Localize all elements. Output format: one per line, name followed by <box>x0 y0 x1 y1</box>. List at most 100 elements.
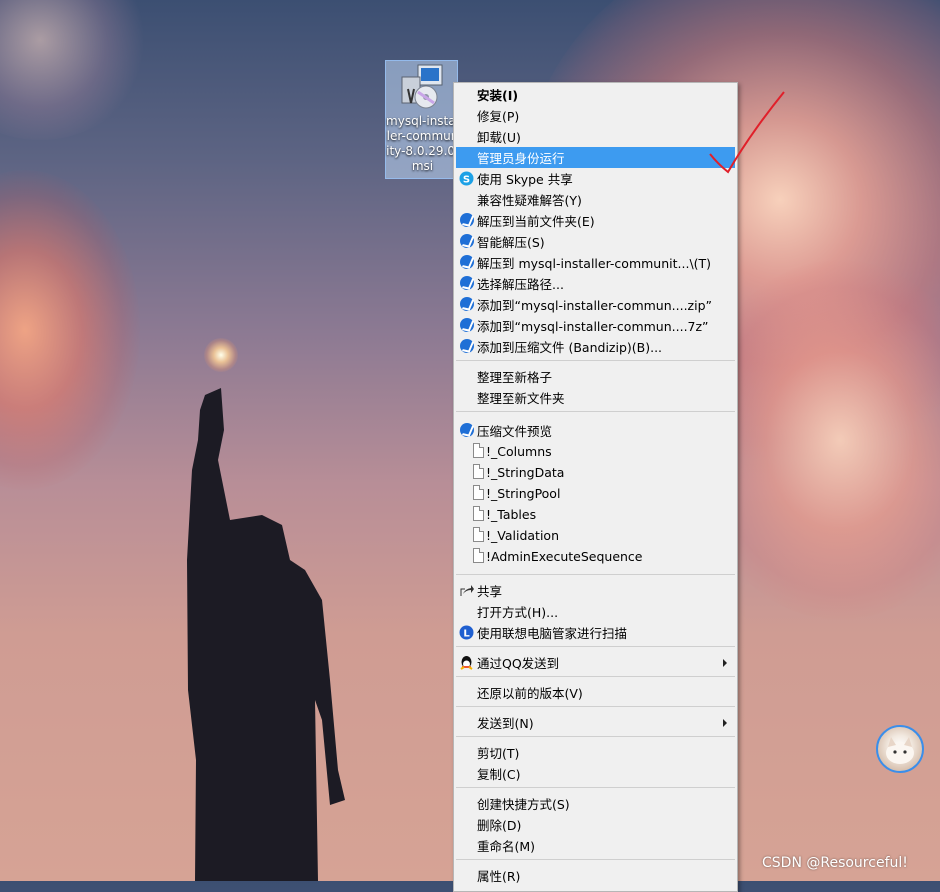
menu-item-label: 使用 Skype 共享 <box>477 172 573 187</box>
desktop-file-label: mysql-installer-community-8.0.29.0.msi <box>386 114 459 173</box>
menu-item-label: !_Columns <box>486 444 552 459</box>
menu-item-label: 复制(C) <box>477 767 521 782</box>
bandizip-icon <box>460 318 474 332</box>
menu-item-label: 整理至新格子 <box>477 370 553 385</box>
menu-item-label: 创建快捷方式(S) <box>477 797 570 812</box>
file-icon <box>473 527 484 542</box>
menu-item-run-as-admin[interactable]: 管理员身份运行 <box>456 147 735 168</box>
menu-separator <box>456 706 735 707</box>
lenovo-icon: L <box>459 625 474 640</box>
menu-item-label: !AdminExecuteSequence <box>486 549 643 564</box>
menu-separator <box>456 676 735 677</box>
menu-item-cut[interactable]: 剪切(T) <box>456 742 735 763</box>
bandizip-icon <box>460 213 474 227</box>
menu-item-lenovo-scan[interactable]: L 使用联想电脑管家进行扫描 <box>456 622 735 643</box>
menu-item-label: 通过QQ发送到 <box>477 656 560 671</box>
menu-item-label: 解压到当前文件夹(E) <box>477 214 595 229</box>
menu-item-extract-to-folder[interactable]: 解压到 mysql-installer-communit...\(T) <box>456 252 735 273</box>
menu-item-label: 添加到压缩文件 (Bandizip)(B)... <box>477 340 663 355</box>
cat-avatar-icon <box>886 737 914 764</box>
menu-item-share-skype[interactable]: S 使用 Skype 共享 <box>456 168 735 189</box>
menu-item-preview-adminexecute[interactable]: !AdminExecuteSequence <box>456 546 735 567</box>
menu-item-label: 打开方式(H)... <box>477 605 559 620</box>
menu-item-label: 修复(P) <box>477 109 520 124</box>
file-icon <box>473 506 484 521</box>
menu-item-label: 添加到“mysql-installer-commun....7z” <box>477 319 709 334</box>
menu-item-preview-tables[interactable]: !_Tables <box>456 504 735 525</box>
bandizip-icon <box>460 255 474 269</box>
menu-item-open-with[interactable]: 打开方式(H)... <box>456 601 735 622</box>
menu-item-repair[interactable]: 修复(P) <box>456 105 735 126</box>
menu-item-label: 使用联想电脑管家进行扫描 <box>477 626 628 641</box>
file-icon <box>473 485 484 500</box>
menu-item-uninstall[interactable]: 卸载(U) <box>456 126 735 147</box>
file-icon <box>473 548 484 563</box>
installer-icon <box>401 64 443 109</box>
menu-item-label: 添加到“mysql-installer-commun....zip” <box>477 298 712 313</box>
csdn-watermark: CSDN @Resourceful! <box>762 855 908 871</box>
menu-item-label: !_Validation <box>486 528 559 543</box>
menu-item-archive-preview[interactable]: 压缩文件预览 <box>456 420 735 441</box>
menu-item-restore-previous[interactable]: 还原以前的版本(V) <box>456 682 735 703</box>
menu-item-add-to-zip[interactable]: 添加到“mysql-installer-commun....zip” <box>456 294 735 315</box>
menu-item-label: 整理至新文件夹 <box>477 391 565 406</box>
menu-item-label: 重命名(M) <box>477 839 536 854</box>
menu-item-organize-new-folder[interactable]: 整理至新文件夹 <box>456 387 735 408</box>
menu-separator <box>456 859 735 860</box>
menu-item-delete[interactable]: 删除(D) <box>456 814 735 835</box>
menu-item-organize-new-grid[interactable]: 整理至新格子 <box>456 366 735 387</box>
menu-item-preview-stringdata[interactable]: !_StringData <box>456 462 735 483</box>
menu-item-share[interactable]: 共享 <box>456 580 735 601</box>
bandizip-icon <box>460 297 474 311</box>
menu-item-label: 删除(D) <box>477 818 522 833</box>
menu-item-rename[interactable]: 重命名(M) <box>456 835 735 856</box>
file-icon <box>473 443 484 458</box>
svg-text:S: S <box>463 175 470 186</box>
menu-item-preview-stringpool[interactable]: !_StringPool <box>456 483 735 504</box>
menu-separator <box>456 646 735 647</box>
menu-item-extract-here[interactable]: 解压到当前文件夹(E) <box>456 210 735 231</box>
menu-item-send-via-qq[interactable]: 通过QQ发送到 <box>456 652 735 673</box>
menu-item-label: 智能解压(S) <box>477 235 545 250</box>
skype-icon: S <box>459 171 474 186</box>
menu-item-choose-extract-path[interactable]: 选择解压路径... <box>456 273 735 294</box>
menu-item-label: 属性(R) <box>477 869 521 884</box>
menu-item-add-to-7z[interactable]: 添加到“mysql-installer-commun....7z” <box>456 315 735 336</box>
menu-item-label: !_Tables <box>486 507 537 522</box>
desktop-file-icon[interactable]: mysql-installer-community-8.0.29.0.msi <box>385 60 459 179</box>
avatar[interactable] <box>876 725 924 773</box>
menu-item-label: 压缩文件预览 <box>477 424 553 439</box>
menu-item-label: 管理员身份运行 <box>477 151 565 166</box>
menu-item-create-shortcut[interactable]: 创建快捷方式(S) <box>456 793 735 814</box>
file-icon <box>473 464 484 479</box>
menu-item-label: !_StringData <box>486 465 565 480</box>
menu-item-label: 安装(I) <box>477 88 519 103</box>
bandizip-icon <box>460 234 474 248</box>
bandizip-icon <box>460 339 474 353</box>
submenu-arrow-icon <box>723 719 727 727</box>
menu-separator <box>456 411 735 412</box>
red-checkmark-annotation <box>709 91 785 174</box>
menu-separator <box>456 360 735 361</box>
menu-separator <box>456 787 735 788</box>
menu-item-add-to-archive[interactable]: 添加到压缩文件 (Bandizip)(B)... <box>456 336 735 357</box>
context-menu: 安装(I) 修复(P) 卸载(U) 管理员身份运行 S 使用 Skype 共享 兼容性疑难解… <box>453 82 738 892</box>
menu-item-preview-columns[interactable]: !_Columns <box>456 441 735 462</box>
svg-text:L: L <box>463 629 470 640</box>
menu-item-install[interactable]: 安装(I) <box>456 84 735 105</box>
menu-item-properties[interactable]: 属性(R) <box>456 865 735 886</box>
menu-item-copy[interactable]: 复制(C) <box>456 763 735 784</box>
menu-item-compat-troubleshoot[interactable]: 兼容性疑难解答(Y) <box>456 189 735 210</box>
menu-item-label: 选择解压路径... <box>477 277 564 292</box>
menu-separator <box>456 736 735 737</box>
menu-item-label: 兼容性疑难解答(Y) <box>477 193 582 208</box>
bandizip-icon <box>460 276 474 290</box>
menu-item-label: 卸载(U) <box>477 130 521 145</box>
menu-item-label: 发送到(N) <box>477 716 534 731</box>
menu-item-preview-validation[interactable]: !_Validation <box>456 525 735 546</box>
menu-item-send-to[interactable]: 发送到(N) <box>456 712 735 733</box>
menu-item-smart-extract[interactable]: 智能解压(S) <box>456 231 735 252</box>
bandizip-icon <box>460 423 474 437</box>
share-icon <box>460 585 474 596</box>
submenu-arrow-icon <box>723 659 727 667</box>
